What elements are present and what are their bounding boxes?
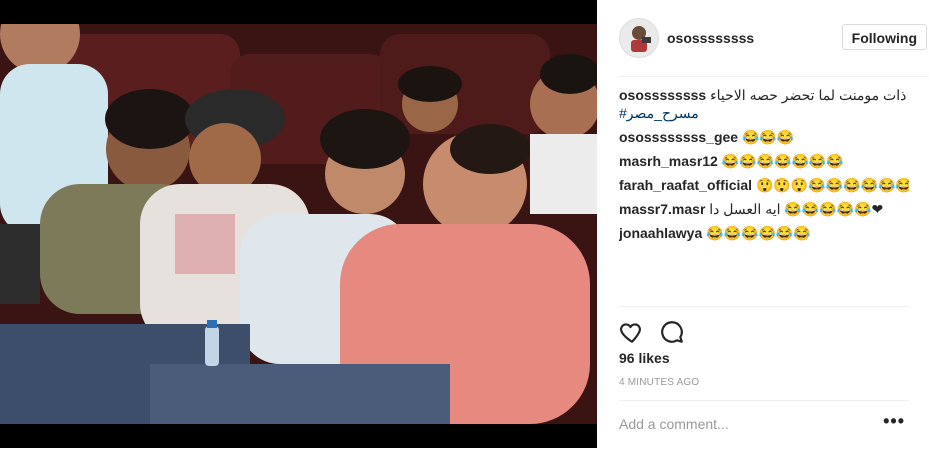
comment-username[interactable]: farah_raafat_official — [619, 177, 752, 193]
ellipsis-icon[interactable]: ••• — [883, 411, 905, 432]
comment-item: masrh_masr12 😂😂😂😂😂😂😂 — [619, 152, 909, 170]
post-photo[interactable] — [0, 24, 597, 424]
post-photo-illustration — [0, 24, 597, 424]
caption-username[interactable]: osossssssss — [619, 87, 706, 103]
comment-item: farah_raafat_official 😲😲😲😂😂😂😂😂😂😂 — [619, 176, 909, 194]
comment-text: 😂😂😂😂😂😂😂 — [721, 153, 844, 169]
comment-text: 😂😂😂 — [741, 129, 795, 145]
comment-username[interactable]: massr7.masr — [619, 201, 705, 217]
caption-text: ذات مومنت لما تحضر حصه الاحياء 😂❤ — [710, 87, 909, 103]
comment-text: 😲😲😲😂😂😂😂😂😂😂 — [755, 177, 909, 193]
add-comment-section: ••• — [619, 400, 909, 449]
post-side-panel: osossssssss Following osossssssss ذات مو… — [597, 0, 929, 448]
speech-bubble-icon[interactable] — [659, 319, 685, 345]
caption-hashtag[interactable]: #مسرح_مصر — [619, 104, 909, 122]
comment-item: jonaahlawya 😂😂😂😂😂😂 — [619, 224, 909, 242]
likes-count[interactable]: 96 likes — [619, 350, 670, 366]
avatar-image — [620, 19, 658, 57]
comments-list: osossssssss ذات مومنت لما تحضر حصه الاحي… — [619, 86, 909, 248]
comment-input[interactable] — [619, 413, 869, 435]
comment-text: 😂😂😂😂😂😂 — [706, 225, 811, 241]
avatar[interactable] — [619, 18, 659, 58]
post-timestamp: 4 MINUTES AGO — [619, 377, 700, 388]
post-header: osossssssss Following — [619, 0, 929, 77]
comment-item: osossssssss_gee 😂😂😂 — [619, 128, 909, 146]
post-author-username[interactable]: osossssssss — [667, 30, 754, 46]
post-actions — [619, 306, 909, 347]
caption: osossssssss ذات مومنت لما تحضر حصه الاحي… — [619, 86, 909, 122]
comment-item: massr7.masr ايه العسل دا 😂😂😂😂😂❤ — [619, 200, 909, 218]
following-button[interactable]: Following — [841, 24, 927, 50]
instagram-post-modal: osossssssss Following osossssssss ذات مو… — [0, 0, 929, 448]
post-photo-frame — [0, 0, 597, 448]
heart-outline-icon[interactable] — [619, 319, 645, 345]
comment-username[interactable]: masrh_masr12 — [619, 153, 718, 169]
comment-username[interactable]: osossssssss_gee — [619, 129, 738, 145]
comment-username[interactable]: jonaahlawya — [619, 225, 702, 241]
comment-text: ايه العسل دا 😂😂😂😂😂❤ — [709, 201, 884, 217]
